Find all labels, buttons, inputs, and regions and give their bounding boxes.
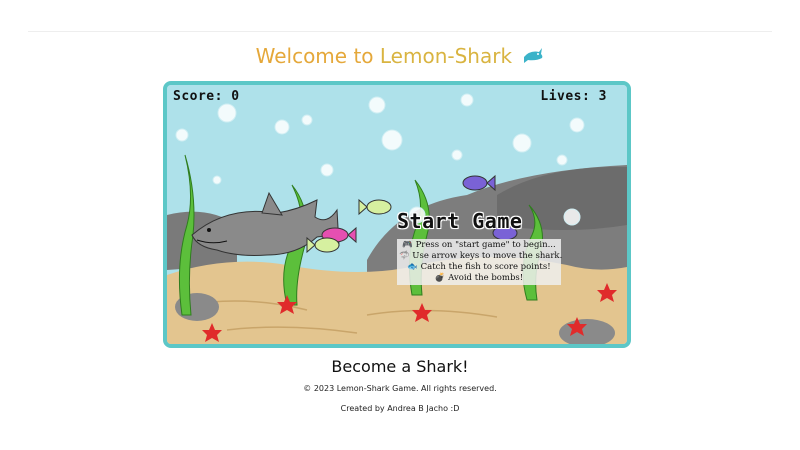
become-shark-heading: Become a Shark! [331,357,469,376]
instruction-row: 💣 Avoid the bombs! [399,273,559,284]
score-display: Score: 0 [173,89,240,104]
instruction-text: Press on "start game" to begin... [415,240,556,250]
page-title: Welcome to Lemon-Shark [0,42,800,72]
score-value: 0 [231,89,240,104]
shark-icon: 🦈 [399,251,410,261]
instruction-text: Use arrow keys to move the shark. [412,251,563,261]
bomb-icon: 💣 [434,273,446,283]
top-divider [28,31,772,32]
instruction-row: 🎮 Press on "start game" to begin... [399,240,559,251]
score-label: Score: [173,89,223,104]
title-welcome: Welcome to [255,44,380,68]
game-canvas[interactable]: Score: 0 Lives: 3 Start Game 🎮 Press on … [163,81,631,348]
title-brand: Lemon-Shark [379,44,513,68]
shark-icon [522,44,544,72]
lives-label: Lives: [540,89,591,104]
credits-text: Created by Andrea B Jacho :D [340,404,460,413]
instruction-row: 🐟 Catch the fish to score points! [399,262,559,273]
lives-display: Lives: 3 [540,89,607,104]
start-game-button[interactable]: Start Game [397,209,522,233]
instruction-text: Avoid the bombs! [448,273,524,283]
fish-icon: 🐟 [407,262,418,272]
instruction-row: 🦈 Use arrow keys to move the shark. [399,251,563,262]
instructions-panel: 🎮 Press on "start game" to begin... 🦈 Us… [397,239,563,285]
lives-value: 3 [598,89,607,104]
instruction-text: Catch the fish to score points! [420,262,551,272]
gamepad-icon: 🎮 [402,240,413,250]
copyright-text: © 2023 Lemon-Shark Game. All rights rese… [303,384,497,393]
